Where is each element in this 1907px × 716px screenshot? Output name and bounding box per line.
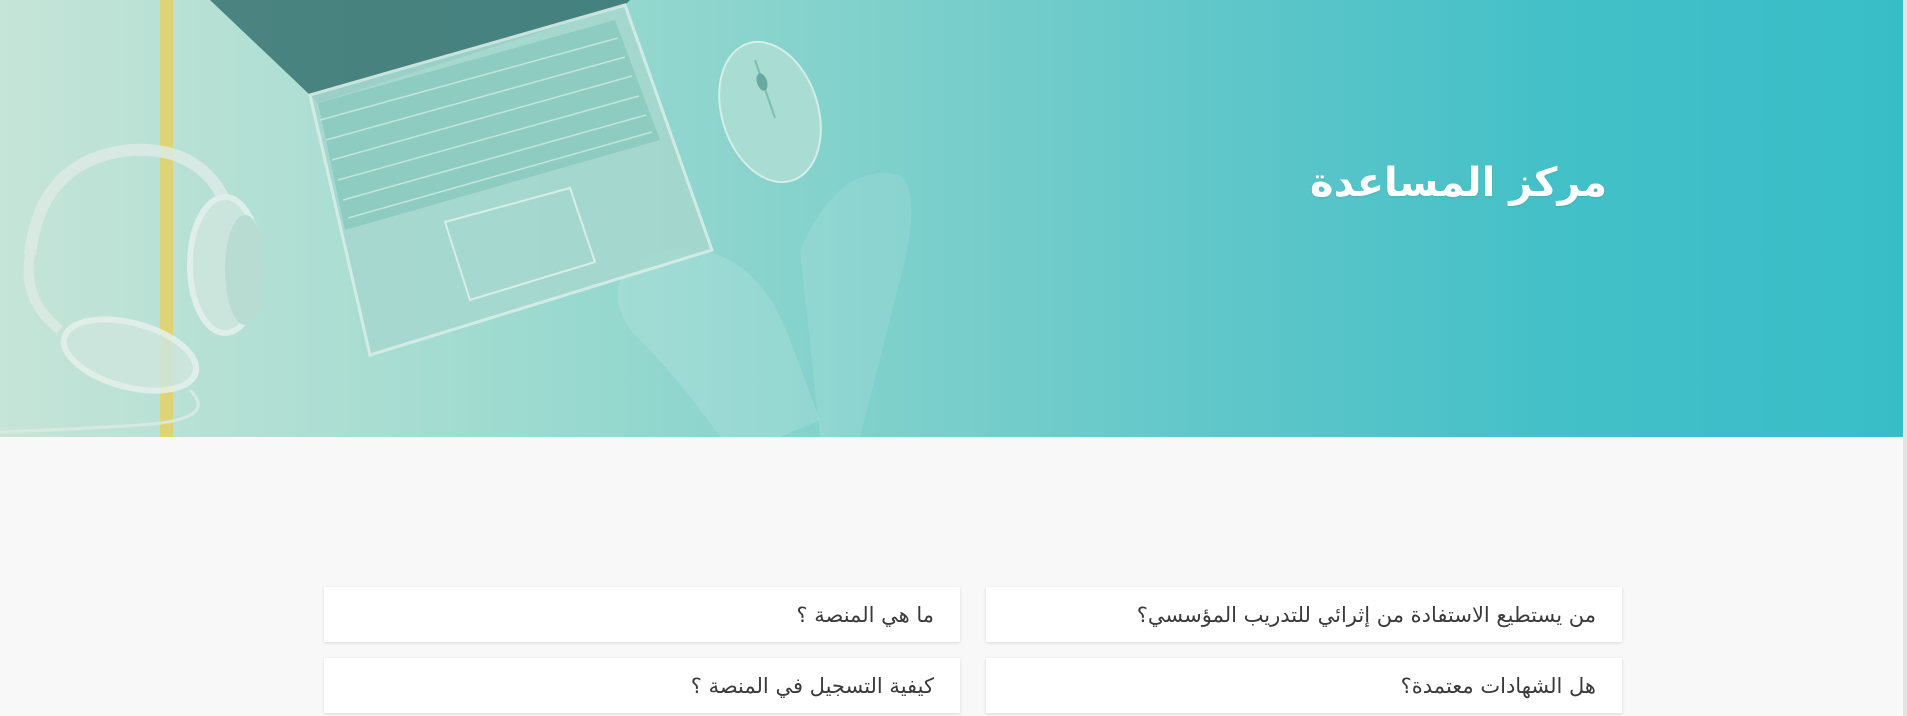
faq-question: ما هي المنصة ؟ [796, 602, 934, 627]
faq-item[interactable]: ما هي المنصة ؟ [324, 587, 960, 642]
help-center-page: مركز المساعدة من يستطيع الاستفادة من إثر… [0, 0, 1907, 716]
headphones-icon [0, 143, 265, 434]
faq-question: هل الشهادات معتمدة؟ [1400, 673, 1596, 698]
mouse-icon [718, 40, 822, 184]
page-title: مركز المساعدة [1309, 160, 1607, 206]
faq-question: كيفية التسجيل في المنصة ؟ [690, 673, 934, 698]
faq-list: من يستطيع الاستفادة من إثرائي للتدريب ال… [324, 587, 1622, 713]
scrollbar-track[interactable] [1903, 0, 1907, 716]
faq-item[interactable]: هل الشهادات معتمدة؟ [986, 658, 1622, 713]
hero-banner: مركز المساعدة [0, 0, 1907, 437]
hero-illustration [0, 0, 912, 437]
faq-item[interactable]: كيفية التسجيل في المنصة ؟ [324, 658, 960, 713]
faq-item[interactable]: من يستطيع الاستفادة من إثرائي للتدريب ال… [986, 587, 1622, 642]
faq-question: من يستطيع الاستفادة من إثرائي للتدريب ال… [1136, 602, 1596, 627]
